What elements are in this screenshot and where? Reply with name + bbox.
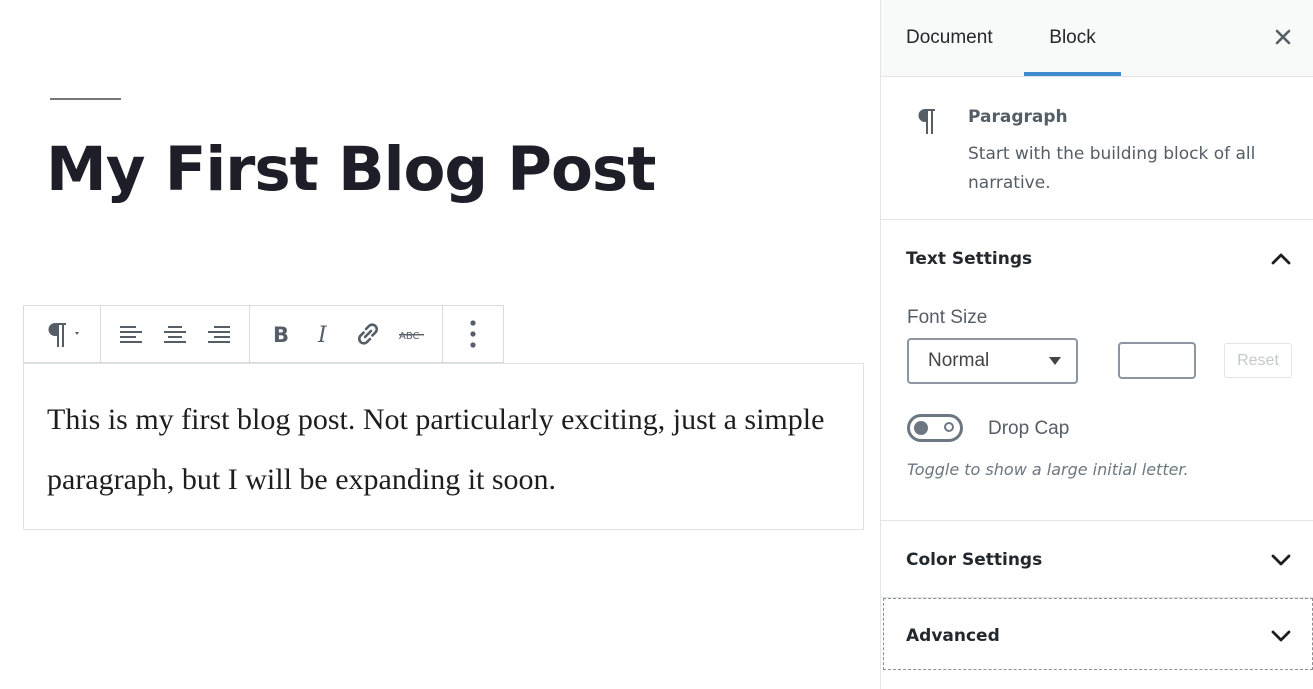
- color-settings-toggle[interactable]: Color Settings: [881, 532, 1313, 588]
- link-button[interactable]: [346, 314, 390, 354]
- close-icon: [1275, 29, 1291, 45]
- paragraph-block[interactable]: This is my first blog post. Not particul…: [23, 363, 864, 530]
- advanced-title: Advanced: [906, 626, 1000, 646]
- drop-cap-help: Toggle to show a large initial letter.: [907, 460, 1189, 479]
- tab-block[interactable]: Block: [1024, 0, 1121, 76]
- tab-document[interactable]: Document: [906, 0, 993, 76]
- align-center-button[interactable]: [153, 314, 197, 354]
- text-settings-title: Text Settings: [906, 249, 1033, 269]
- drop-cap-label: Drop Cap: [988, 418, 1070, 439]
- font-size-label: Font Size: [907, 307, 988, 328]
- sidebar-header: Document Block: [881, 0, 1313, 77]
- block-type-switcher[interactable]: [32, 314, 92, 354]
- editor-canvas: My First Blog Post B I ABC This is my fi…: [0, 0, 880, 689]
- block-switcher-group: [24, 306, 101, 362]
- advanced-toggle[interactable]: Advanced: [881, 608, 1313, 664]
- settings-sidebar: Document Block Paragraph Start with the …: [880, 0, 1313, 689]
- paragraph-text[interactable]: This is my first blog post. Not particul…: [47, 390, 847, 510]
- caret-down-icon: [1049, 357, 1061, 365]
- block-toolbar: B I ABC: [23, 305, 504, 363]
- paragraph-icon: [48, 323, 79, 347]
- font-size-value: Normal: [928, 350, 990, 371]
- chevron-up-icon: [1271, 253, 1291, 265]
- italic-icon: I: [317, 323, 328, 346]
- link-icon: [357, 323, 379, 345]
- font-size-select[interactable]: Normal: [907, 338, 1078, 384]
- paragraph-icon: [918, 109, 935, 134]
- italic-button[interactable]: I: [302, 314, 346, 354]
- active-tab-indicator: [1024, 72, 1121, 76]
- align-center-icon: [164, 326, 186, 343]
- bold-icon: B: [273, 323, 289, 346]
- block-card-icon: [913, 106, 941, 141]
- strikethrough-button[interactable]: ABC: [390, 314, 434, 354]
- block-card-description: Start with the building block of all nar…: [968, 144, 1256, 193]
- block-card-title: Paragraph: [968, 107, 1068, 127]
- strikethrough-icon: ABC: [399, 331, 424, 342]
- more-group: [443, 306, 503, 362]
- title-separator: [50, 98, 121, 100]
- more-options-icon: [470, 320, 476, 348]
- chevron-down-icon: [1271, 554, 1291, 566]
- bold-button[interactable]: B: [258, 314, 302, 354]
- more-options-button[interactable]: [451, 314, 495, 354]
- align-right-icon: [208, 326, 230, 343]
- align-left-button[interactable]: [109, 314, 153, 354]
- custom-font-size-input[interactable]: [1118, 342, 1196, 379]
- color-settings-title: Color Settings: [906, 550, 1043, 570]
- align-right-button[interactable]: [197, 314, 241, 354]
- reset-button[interactable]: Reset: [1224, 343, 1292, 378]
- text-settings-toggle[interactable]: Text Settings: [881, 231, 1313, 287]
- close-sidebar-button[interactable]: [1270, 24, 1296, 50]
- post-title[interactable]: My First Blog Post: [46, 134, 656, 205]
- alignment-group: [101, 306, 250, 362]
- svg-text:B: B: [273, 323, 289, 346]
- block-card: Paragraph Start with the building block …: [881, 78, 1313, 220]
- svg-text:I: I: [317, 323, 328, 346]
- formatting-group: B I ABC: [250, 306, 443, 362]
- toggle-knob: [914, 421, 928, 435]
- align-left-icon: [120, 326, 142, 343]
- tab-block-label: Block: [1049, 27, 1096, 48]
- chevron-down-icon: [1271, 630, 1291, 642]
- drop-cap-toggle[interactable]: [907, 414, 963, 442]
- toggle-off-icon: [944, 422, 954, 432]
- svg-text:ABC: ABC: [399, 331, 420, 342]
